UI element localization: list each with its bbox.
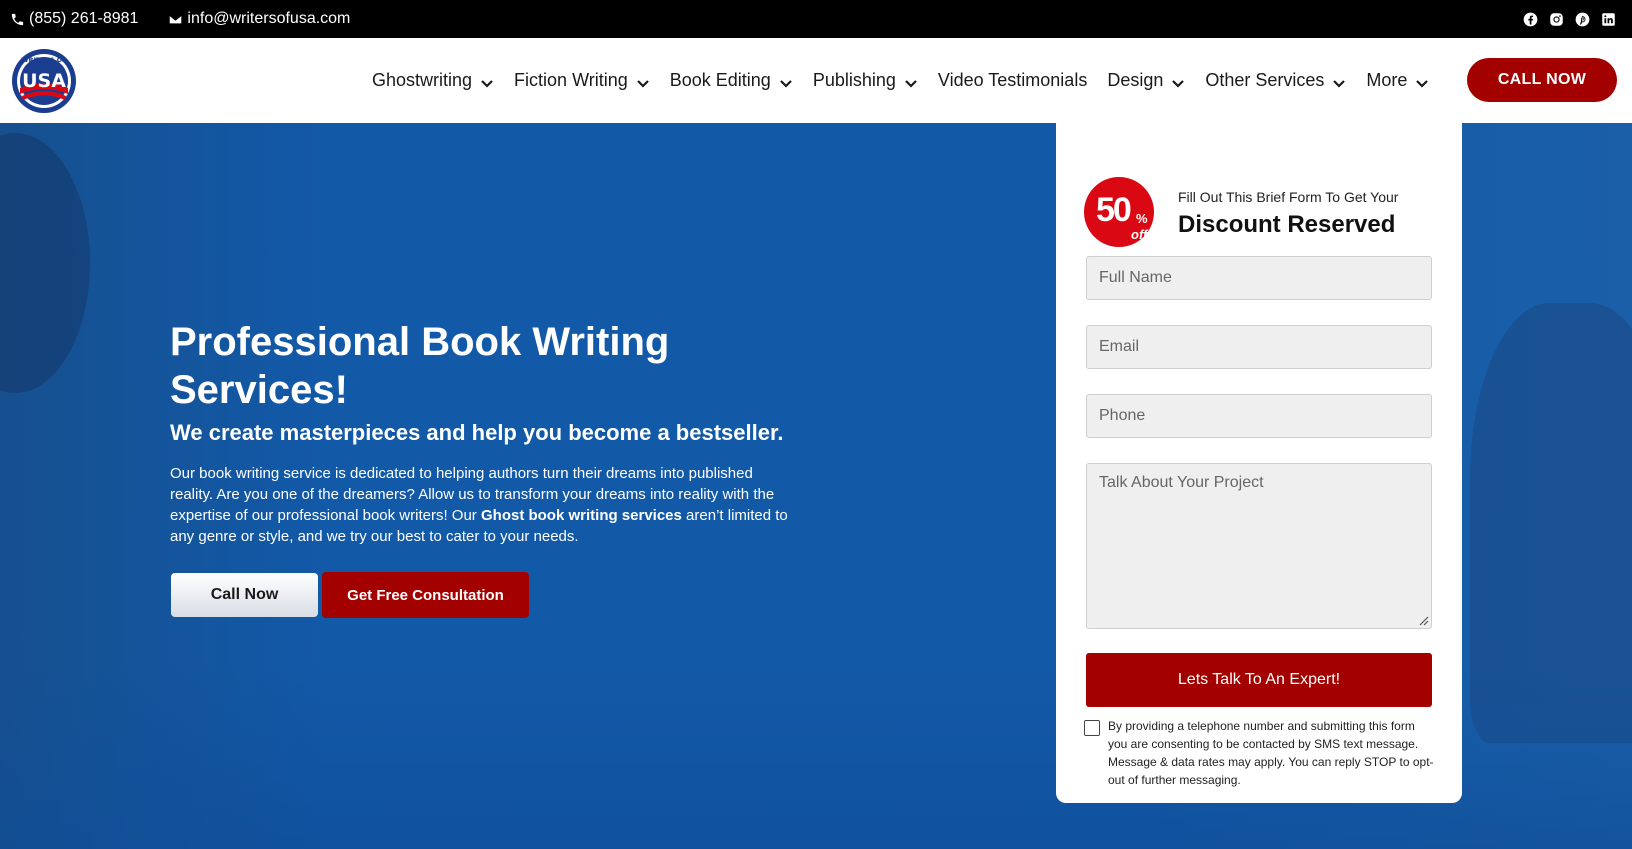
nav-label: Fiction Writing: [514, 70, 628, 90]
badge-off: off: [1131, 227, 1148, 242]
badge-percent: %: [1136, 211, 1148, 226]
nav-label: Book Editing: [669, 70, 771, 90]
free-consultation-button[interactable]: Get Free Consultation: [322, 572, 529, 618]
nav-label: More: [1366, 70, 1408, 90]
resize-grip-icon[interactable]: [1418, 615, 1429, 626]
pinterest-icon[interactable]: [1575, 12, 1590, 27]
nav-label: Ghostwriting: [372, 70, 473, 90]
nav-label: Video Testimonials: [937, 70, 1088, 90]
email-address: info@writersofusa.com: [187, 10, 351, 27]
chevron-down-icon: [1415, 74, 1429, 88]
chevron-down-icon: [636, 74, 650, 88]
nav-item-video-testimonials[interactable]: Video Testimonials: [938, 70, 1087, 91]
phone-icon: [11, 13, 24, 25]
nav-label: Publishing: [812, 70, 896, 90]
svg-text:WRITERS OF: WRITERS OF: [21, 56, 66, 64]
consent-text: By providing a telephone number and subm…: [1108, 719, 1434, 787]
chevron-down-icon: [779, 74, 793, 88]
para-bold-link[interactable]: Ghost book writing services: [481, 507, 682, 524]
nav-item-other-services[interactable]: Other Services: [1205, 70, 1346, 91]
form-lead-text: Fill Out This Brief Form To Get Your: [1178, 189, 1399, 205]
submit-button[interactable]: Lets Talk To An Expert!: [1086, 653, 1432, 707]
chevron-down-icon: [480, 74, 494, 88]
hero-subhead: We create masterpieces and help you beco…: [170, 420, 784, 445]
linkedin-icon[interactable]: [1601, 12, 1616, 27]
instagram-icon[interactable]: [1549, 12, 1564, 27]
hero-photo-person-left: [0, 133, 90, 393]
form-title: Discount Reserved: [1178, 211, 1396, 238]
chevron-down-icon: [1332, 74, 1346, 88]
chevron-down-icon: [1171, 74, 1185, 88]
nav-item-book-editing[interactable]: Book Editing: [670, 70, 793, 91]
discount-badge: 50 % off: [1084, 177, 1154, 247]
call-now-button[interactable]: CALL NOW: [1467, 58, 1617, 102]
badge-number: 50: [1096, 191, 1132, 229]
hero-call-now-button[interactable]: Call Now: [171, 573, 318, 617]
site-logo[interactable]: WRITERS OF USA: [10, 48, 78, 114]
consent-checkbox[interactable]: [1084, 720, 1100, 736]
nav-label: Design: [1107, 70, 1164, 90]
hero-description: Our book writing service is dedicated to…: [170, 463, 800, 547]
headline-light: Professional: [170, 320, 422, 364]
email-link[interactable]: info@writersofusa.com: [168, 10, 350, 28]
full-name-input[interactable]: [1086, 256, 1432, 300]
nav-item-more[interactable]: More: [1366, 70, 1429, 91]
main-nav: WRITERS OF USA Ghostwriting Fiction Writ…: [0, 38, 1632, 123]
phone-link[interactable]: (855) 261-8981: [10, 10, 138, 28]
social-links: [1523, 12, 1622, 27]
top-bar: (855) 261-8981 info@writersofusa.com: [0, 0, 1632, 38]
phone-input[interactable]: [1086, 394, 1432, 438]
facebook-icon[interactable]: [1523, 12, 1538, 27]
discount-form: 50 % off Fill Out This Brief Form To Get…: [1056, 123, 1462, 803]
nav-item-fiction-writing[interactable]: Fiction Writing: [514, 70, 650, 91]
svg-text:USA: USA: [22, 70, 66, 92]
nav-label: Other Services: [1205, 70, 1325, 90]
email-input[interactable]: [1086, 325, 1432, 369]
hero-headline: Professional Book Writing Services!: [170, 318, 790, 414]
nav-item-ghostwriting[interactable]: Ghostwriting: [372, 70, 494, 91]
nav-menu: Ghostwriting Fiction Writing Book Editin…: [372, 38, 1449, 123]
chevron-down-icon: [904, 74, 918, 88]
nav-item-publishing[interactable]: Publishing: [813, 70, 918, 91]
envelope-icon: [169, 14, 183, 24]
phone-number: (855) 261-8981: [29, 10, 139, 27]
project-textarea[interactable]: [1086, 463, 1432, 629]
nav-item-design[interactable]: Design: [1107, 70, 1185, 91]
